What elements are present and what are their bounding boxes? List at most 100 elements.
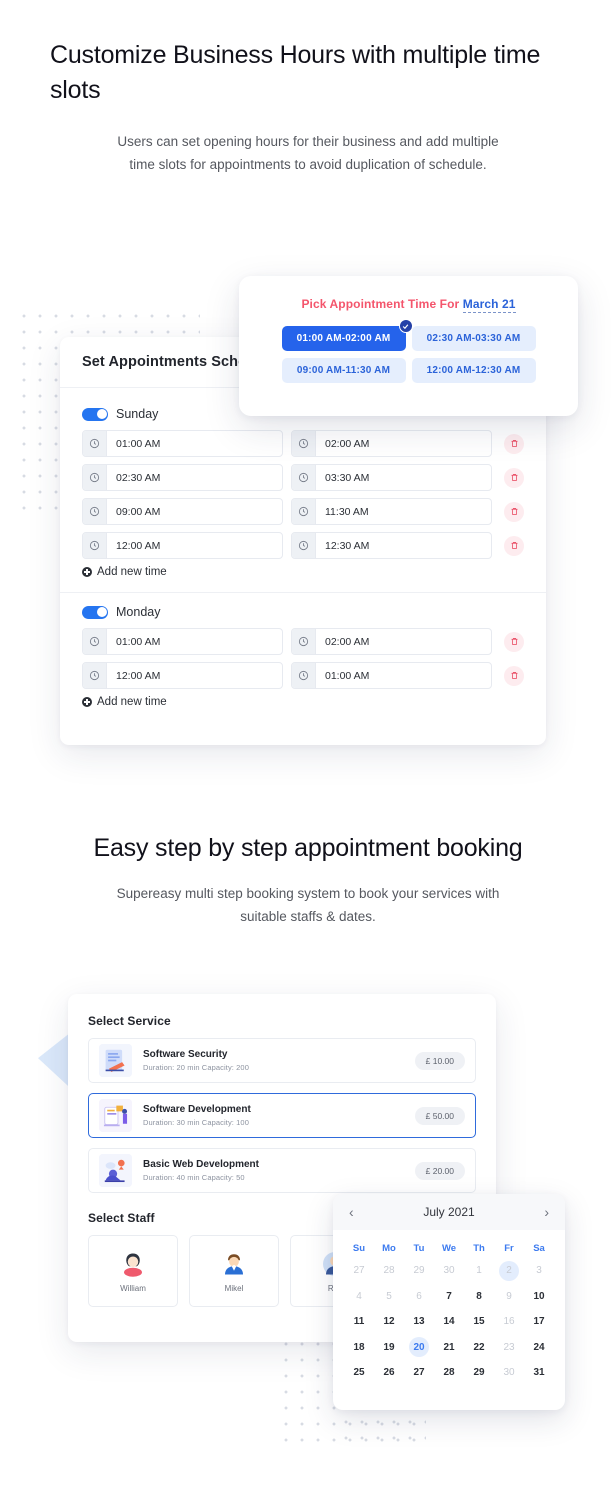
staff-card[interactable]: Mikel [189, 1235, 279, 1307]
calendar-day[interactable]: 11 [344, 1312, 374, 1332]
delete-time-slot-button[interactable] [504, 468, 524, 488]
calendar-day[interactable]: 28 [374, 1261, 404, 1281]
calendar-header: ‹ July 2021 › [333, 1194, 565, 1230]
select-service-label: Select Service [88, 1014, 476, 1028]
time-picker-popup: Pick Appointment Time For March 21 01:00… [239, 276, 578, 416]
calendar-day[interactable]: 10 [524, 1287, 554, 1307]
calendar-day[interactable]: 3 [524, 1261, 554, 1281]
delete-time-slot-button[interactable] [504, 502, 524, 522]
calendar-day[interactable]: 19 [374, 1338, 404, 1358]
calendar-day[interactable]: 27 [344, 1261, 374, 1281]
delete-time-slot-button[interactable] [504, 434, 524, 454]
calendar-day[interactable]: 17 [524, 1312, 554, 1332]
end-time-field[interactable]: 12:30 AM [291, 532, 492, 559]
service-item[interactable]: Software DevelopmentDuration: 30 min Cap… [88, 1093, 476, 1138]
date-picker-calendar: ‹ July 2021 › SuMoTuWeThFrSa 27282930123… [333, 1194, 565, 1410]
calendar-day[interactable]: 31 [524, 1363, 554, 1383]
day-toggle-monday[interactable] [82, 606, 108, 619]
day-number: 30 [443, 1265, 454, 1276]
calendar-day[interactable]: 29 [464, 1363, 494, 1383]
calendar-day[interactable]: 16 [494, 1312, 524, 1332]
service-item[interactable]: Basic Web DevelopmentDuration: 40 min Ca… [88, 1148, 476, 1193]
start-time-field[interactable]: 02:30 AM [82, 464, 283, 491]
time-slot-row: 09:00 AM 11:30 AM [82, 498, 524, 525]
day-number: 6 [416, 1291, 422, 1302]
time-slot-option[interactable]: 02:30 AM-03:30 AM [412, 326, 536, 351]
calendar-day[interactable]: 27 [404, 1363, 434, 1383]
calendar-day[interactable]: 30 [434, 1261, 464, 1281]
calendar-day[interactable]: 6 [404, 1287, 434, 1307]
day-block-sunday: Sunday01:00 AM02:00 AM02:30 AM03:30 AM09… [60, 407, 546, 578]
start-time-field[interactable]: 12:00 AM [82, 532, 283, 559]
calendar-day[interactable]: 8 [464, 1287, 494, 1307]
start-time-value: 01:00 AM [107, 438, 160, 450]
clock-icon [292, 629, 316, 654]
clock-icon [83, 663, 107, 688]
calendar-weekday: Su [344, 1239, 374, 1258]
start-time-field[interactable]: 01:00 AM [82, 430, 283, 457]
day-number: 2 [506, 1265, 512, 1276]
end-time-field[interactable]: 01:00 AM [291, 662, 492, 689]
calendar-day[interactable]: 28 [434, 1363, 464, 1383]
calendar-day[interactable]: 1 [464, 1261, 494, 1281]
staff-name: William [120, 1284, 146, 1293]
time-picker-date[interactable]: March 21 [463, 297, 516, 313]
time-slot-option[interactable]: 09:00 AM-11:30 AM [282, 358, 406, 383]
time-slot-option[interactable]: 12:00 AM-12:30 AM [412, 358, 536, 383]
calendar-day[interactable]: 23 [494, 1338, 524, 1358]
day-toggle-sunday[interactable] [82, 408, 108, 421]
service-details: Duration: 30 min Capacity: 100 [143, 1118, 415, 1127]
calendar-weekday: We [434, 1239, 464, 1258]
plus-icon [82, 567, 92, 577]
day-number: 8 [476, 1291, 482, 1302]
service-price: £ 20.00 [415, 1162, 465, 1180]
check-icon [399, 319, 413, 333]
end-time-field[interactable]: 02:00 AM [291, 430, 492, 457]
calendar-day[interactable]: 30 [494, 1363, 524, 1383]
end-time-field[interactable]: 03:30 AM [291, 464, 492, 491]
start-time-value: 01:00 AM [107, 636, 160, 648]
calendar-day[interactable]: 9 [494, 1287, 524, 1307]
calendar-day[interactable]: 5 [374, 1287, 404, 1307]
day-block-monday: Monday01:00 AM02:00 AM12:00 AM01:00 AMAd… [60, 605, 546, 708]
next-month-icon[interactable]: › [544, 1205, 549, 1219]
add-new-time-button[interactable]: Add new time [60, 696, 546, 708]
calendar-weekday: Tu [404, 1239, 434, 1258]
delete-time-slot-button[interactable] [504, 536, 524, 556]
delete-time-slot-button[interactable] [504, 666, 524, 686]
service-item[interactable]: Software SecurityDuration: 20 min Capaci… [88, 1038, 476, 1083]
calendar-day[interactable]: 2 [494, 1261, 524, 1281]
calendar-day[interactable]: 4 [344, 1287, 374, 1307]
staff-card[interactable]: William [88, 1235, 178, 1307]
delete-time-slot-button[interactable] [504, 632, 524, 652]
calendar-day[interactable]: 26 [374, 1363, 404, 1383]
calendar-day[interactable]: 24 [524, 1338, 554, 1358]
service-meta: Software SecurityDuration: 20 min Capaci… [143, 1049, 415, 1072]
clock-icon [83, 465, 107, 490]
calendar-day[interactable]: 12 [374, 1312, 404, 1332]
calendar-day[interactable]: 18 [344, 1338, 374, 1358]
end-time-field[interactable]: 02:00 AM [291, 628, 492, 655]
calendar-day[interactable]: 21 [434, 1338, 464, 1358]
calendar-day[interactable]: 22 [464, 1338, 494, 1358]
start-time-field[interactable]: 12:00 AM [82, 662, 283, 689]
start-time-field[interactable]: 09:00 AM [82, 498, 283, 525]
time-picker-title: Pick Appointment Time For March 21 [239, 297, 578, 311]
add-new-time-button[interactable]: Add new time [60, 566, 546, 578]
calendar-day[interactable]: 29 [404, 1261, 434, 1281]
prev-month-icon[interactable]: ‹ [349, 1205, 354, 1219]
clock-icon [83, 431, 107, 456]
end-time-field[interactable]: 11:30 AM [291, 498, 492, 525]
calendar-day[interactable]: 20 [404, 1338, 434, 1358]
calendar-day[interactable]: 13 [404, 1312, 434, 1332]
calendar-day[interactable]: 14 [434, 1312, 464, 1332]
calendar-day[interactable]: 15 [464, 1312, 494, 1332]
calendar-day[interactable]: 7 [434, 1287, 464, 1307]
schedule-card-title: Set Appointments Sche [82, 354, 246, 370]
calendar-day[interactable]: 25 [344, 1363, 374, 1383]
day-number: 18 [353, 1342, 364, 1353]
start-time-field[interactable]: 01:00 AM [82, 628, 283, 655]
time-slot-option[interactable]: 01:00 AM-02:00 AM [282, 326, 406, 351]
day-number: 25 [353, 1367, 364, 1378]
day-number: 11 [354, 1316, 365, 1327]
